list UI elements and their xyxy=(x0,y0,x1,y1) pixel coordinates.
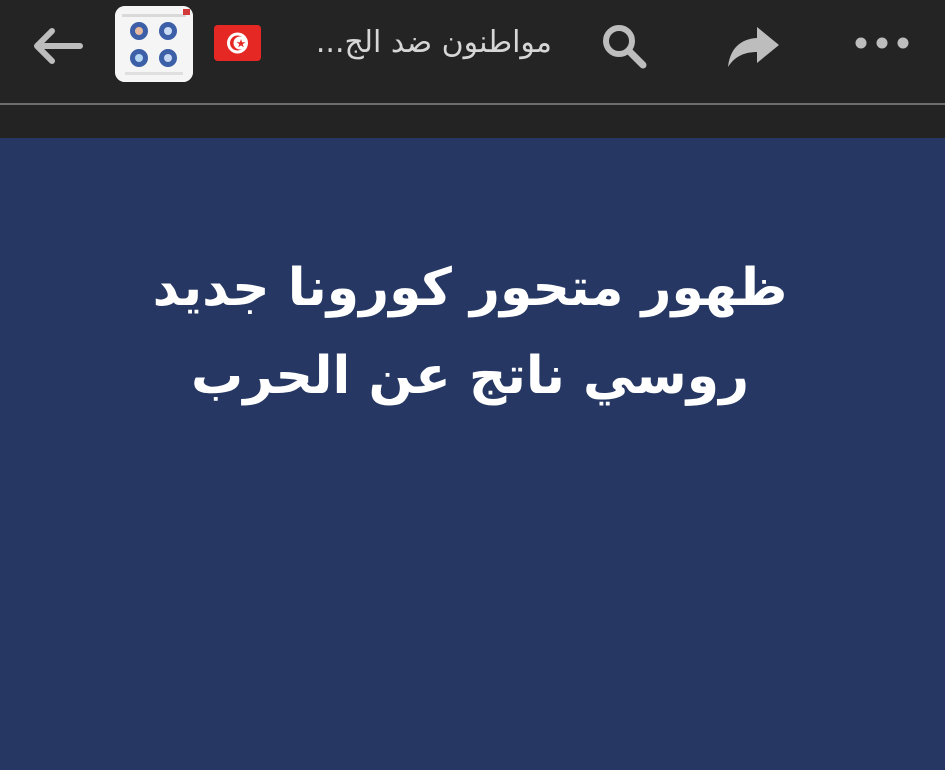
search-button[interactable] xyxy=(592,14,656,78)
page-title[interactable]: مواطنون ضد الج... xyxy=(316,24,552,62)
post-image[interactable] xyxy=(0,138,945,770)
post-text: ظهور متحور كورونا جديد روسي ناتج عن الحر… xyxy=(120,244,820,420)
post-line-2: روسي ناتج عن الحرب xyxy=(190,346,750,406)
page-avatar[interactable] xyxy=(115,6,193,82)
back-button[interactable] xyxy=(22,18,92,74)
page-avatar-icon xyxy=(115,6,193,82)
more-button[interactable] xyxy=(847,20,917,66)
share-button[interactable] xyxy=(715,14,791,78)
secondary-bar xyxy=(0,105,945,138)
post-line-1: ظهور متحور كورونا جديد xyxy=(152,258,788,318)
search-icon xyxy=(603,25,647,69)
more-icon xyxy=(855,37,909,49)
app-window: مواطنون ضد الج... ظهور متحور كورونا جديد… xyxy=(0,0,945,770)
arrow-left-icon xyxy=(34,28,83,64)
tunisia-flag xyxy=(214,25,261,61)
share-icon xyxy=(728,27,779,67)
top-bar: مواطنون ضد الج... xyxy=(0,0,945,103)
tunisia-flag-icon xyxy=(214,25,261,61)
